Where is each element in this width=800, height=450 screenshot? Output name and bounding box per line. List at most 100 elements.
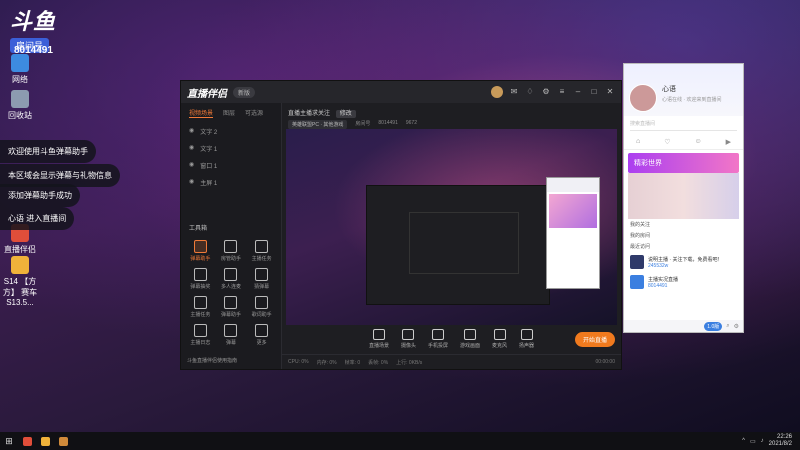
taskbar-app[interactable]: [54, 432, 72, 450]
search-icon[interactable]: ⌕: [726, 323, 729, 330]
minimize-icon[interactable]: –: [573, 87, 583, 97]
version-tag[interactable]: 1.0版: [704, 321, 723, 331]
tool-item[interactable]: 弹幕助手: [185, 240, 216, 262]
scene-item[interactable]: ◉ 文字 1: [181, 140, 281, 157]
start-button[interactable]: ⊞: [0, 432, 18, 450]
tool-icon: [193, 240, 207, 253]
list-item[interactable]: 主播实况直播 8014491: [624, 272, 743, 292]
shirt-icon[interactable]: ♢: [525, 87, 535, 97]
toolbox-title: 工具箱: [189, 226, 208, 232]
speaker-icon: [520, 329, 533, 340]
tab-scenes[interactable]: 视频场景: [189, 108, 214, 118]
version-badge[interactable]: 新版: [233, 86, 256, 98]
settings-icon[interactable]: ⚙: [541, 87, 551, 97]
phone-icon: [431, 329, 444, 340]
tool-item[interactable]: 多人连麦: [216, 268, 247, 290]
drop-status: 丢帧: 0%: [368, 359, 389, 366]
tab-layers[interactable]: 图层: [223, 108, 235, 118]
windows-icon: ⊞: [5, 435, 13, 446]
tool-item[interactable]: 猜弹幕: [246, 268, 277, 290]
status-bar: CPU: 0% 内存: 0% 帧率: 0 丢帧: 0% 上行: 0KB/s 00…: [282, 354, 621, 369]
close-icon[interactable]: ✕: [605, 87, 615, 97]
network-icon[interactable]: ▭: [750, 438, 756, 445]
tool-icon: [255, 296, 269, 309]
fps-status: 帧率: 0: [344, 359, 361, 366]
tool-item[interactable]: 弹幕抽奖: [185, 268, 216, 290]
up-arrow-icon[interactable]: ^: [742, 438, 745, 444]
eye-icon[interactable]: ◉: [189, 127, 194, 136]
message-icon[interactable]: ✉: [509, 87, 519, 97]
list-item[interactable]: 说明主播 · 关注下载，免费看吧！ 245532w: [624, 252, 743, 272]
promo-photos[interactable]: [628, 173, 739, 219]
microphone-button[interactable]: 麦克风: [492, 329, 507, 349]
home-icon[interactable]: ⌂: [636, 138, 640, 146]
promo-banner[interactable]: 精彩世界: [628, 153, 739, 173]
clock[interactable]: 22:26 2021/8/2: [769, 434, 792, 448]
tool-item[interactable]: 房管助手: [216, 240, 247, 262]
brand-logo: 斗鱼: [10, 9, 57, 34]
desktop-icon-recycle-bin[interactable]: 回收站: [0, 90, 40, 121]
tool-item[interactable]: 更多: [246, 324, 277, 346]
add-scene-button[interactable]: 直播场景: [369, 329, 389, 349]
add-phone-button[interactable]: 手机投屏: [428, 329, 448, 349]
network-icon: [11, 54, 29, 72]
guide-link[interactable]: 斗鱼直播伴侣使用指南: [187, 357, 237, 364]
tool-icon: [255, 240, 269, 253]
tool-item[interactable]: 弹幕: [216, 324, 247, 346]
taskbar-app[interactable]: [36, 432, 54, 450]
volume-icon[interactable]: ♪: [761, 438, 764, 444]
app-logo: 直播伴侣: [187, 88, 227, 100]
tool-icon: [224, 324, 238, 337]
scene-item[interactable]: ◉ 主屏 1: [181, 174, 281, 191]
desktop-icon-folder[interactable]: S14 【方方】 赛车S13.5...: [0, 256, 40, 307]
section-recent[interactable]: 最近访问: [624, 241, 743, 252]
upload-status: 上行: 0KB/s: [396, 359, 423, 366]
tool-icon: [193, 268, 207, 281]
live-timer: 00:00:00: [595, 359, 615, 365]
room-number: 8014491: [378, 120, 398, 126]
section-follow[interactable]: 我的关注: [624, 219, 743, 230]
avatar[interactable]: [629, 84, 657, 112]
tool-item[interactable]: 主播日志: [185, 324, 216, 346]
edit-title-button[interactable]: 修改: [335, 110, 356, 118]
eye-icon[interactable]: ◉: [189, 178, 194, 187]
monitor-icon: [372, 329, 385, 340]
speaker-button[interactable]: 扬声器: [519, 329, 534, 349]
eye-icon[interactable]: ◉: [189, 144, 194, 153]
tool-item[interactable]: 主播任务: [246, 240, 277, 262]
maximize-icon[interactable]: □: [589, 87, 599, 97]
eye-icon[interactable]: ◉: [189, 161, 194, 170]
stream-title: 直播主播求关注: [288, 111, 331, 117]
desktop-icon-network[interactable]: 网络: [0, 54, 40, 85]
taskbar-app[interactable]: [18, 432, 36, 450]
gear-icon[interactable]: ⚙: [734, 323, 739, 330]
user-icon[interactable]: ☺: [694, 138, 701, 146]
heart-icon[interactable]: ♡: [664, 138, 670, 146]
tool-item[interactable]: 弹幕助手: [216, 296, 247, 318]
add-camera-button[interactable]: 摄像头: [401, 329, 416, 349]
microphone-icon: [493, 329, 506, 340]
category-tag[interactable]: 英雄联盟PC · 其他游戏: [288, 120, 348, 129]
tool-icon: [193, 296, 207, 309]
tab-sources[interactable]: 可选源: [245, 108, 263, 118]
scene-item[interactable]: ◉ 窗口 1: [181, 157, 281, 174]
app-titlebar: 直播伴侣 新版 ✉ ♢ ⚙ ≡ – □ ✕: [181, 81, 621, 103]
danmaku-notice: 添加弹幕助手成功: [0, 184, 80, 207]
tool-item[interactable]: 主播任务: [185, 296, 216, 318]
scene-item[interactable]: ◉ 文字 2: [181, 123, 281, 140]
douyu-side-panel: 心语 心语在线 · 欢迎来到直播间 搜索直播间 ⌂ ♡ ☺ ▶ 精彩世界 我的关…: [623, 63, 744, 333]
avatar[interactable]: [491, 86, 503, 98]
live-companion-icon: [22, 436, 32, 446]
stream-title-row: 直播主播求关注 修改: [282, 103, 621, 119]
search-input[interactable]: 搜索直播间: [630, 120, 737, 131]
tool-item[interactable]: 歌词助手: [246, 296, 277, 318]
video-icon[interactable]: ▶: [726, 138, 731, 146]
start-live-button[interactable]: 开始直播: [574, 332, 615, 347]
menu-icon[interactable]: ≡: [557, 87, 567, 97]
left-tabs: 视频场景 图层 可选源: [181, 103, 281, 123]
fans-count: 9672: [405, 120, 417, 126]
add-game-button[interactable]: 游戏画面: [460, 329, 480, 349]
stream-preview[interactable]: [286, 129, 617, 325]
section-room[interactable]: 我的房间: [624, 230, 743, 241]
channel-thumbnail: [630, 255, 644, 269]
